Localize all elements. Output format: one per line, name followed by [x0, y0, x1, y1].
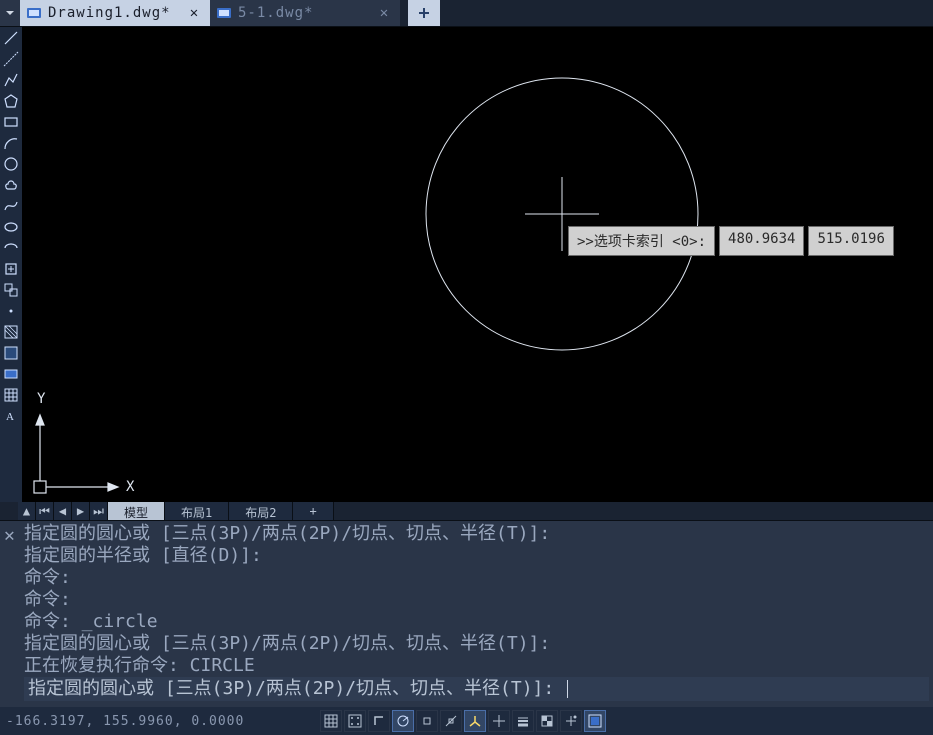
polar-tracking-toggle-icon[interactable] [392, 710, 414, 732]
layout1-tab[interactable]: 布局1 [165, 502, 229, 520]
circle-tool-icon[interactable] [2, 155, 20, 173]
dwg-file-icon [216, 5, 232, 21]
tab-dropdown-button[interactable] [0, 0, 20, 26]
object-snap-tracking-toggle-icon[interactable] [440, 710, 462, 732]
layout-first-icon[interactable]: ⏮ [36, 502, 54, 520]
tab-close-icon[interactable]: ✕ [376, 5, 392, 21]
drawing-canvas[interactable]: Y X [22, 27, 933, 502]
layout-scroll-up-icon[interactable]: ▲ [18, 502, 36, 520]
cmd-line: 指定圆的半径或 [直径(D)]: [24, 545, 929, 567]
command-line-panel: ✕ 指定圆的圆心或 [三点(3P)/两点(2P)/切点、切点、半径(T)]: 指… [0, 520, 933, 707]
layout-last-icon[interactable]: ⏭ [90, 502, 108, 520]
dynamic-input-x[interactable]: 480.9634 [719, 226, 804, 256]
model-tab[interactable]: 模型 [108, 502, 165, 520]
region-tool-icon[interactable] [2, 365, 20, 383]
layout2-tab[interactable]: 布局2 [229, 502, 293, 520]
status-toggles [320, 710, 606, 732]
polyline-tool-icon[interactable] [2, 71, 20, 89]
transparency-toggle-icon[interactable] [536, 710, 558, 732]
file-tab-bar: Drawing1.dwg* ✕ 5-1.dwg* ✕ [0, 0, 933, 27]
revision-cloud-tool-icon[interactable] [2, 176, 20, 194]
make-block-tool-icon[interactable] [2, 281, 20, 299]
cmd-line: 正在恢复执行命令: CIRCLE [24, 655, 929, 677]
dynamic-input-tooltip: >>选项卡索引 <0>: 480.9634 515.0196 [568, 226, 894, 256]
construction-line-tool-icon[interactable] [2, 50, 20, 68]
status-bar: -166.3197, 155.9960, 0.0000 [0, 707, 933, 735]
snap-mode-toggle-icon[interactable] [344, 710, 366, 732]
layout-tab-bar: ▲ ⏮ ◀ ▶ ⏭ 模型 布局1 布局2 + [18, 502, 334, 520]
dynamic-input-toggle-icon[interactable] [488, 710, 510, 732]
ucs-y-label: Y [37, 391, 46, 407]
cmd-line: 命令: [24, 589, 929, 611]
ucs-x-label: X [126, 479, 135, 495]
text-tool-icon[interactable]: A [2, 407, 20, 425]
dynamic-input-y[interactable]: 515.0196 [808, 226, 893, 256]
command-history-lines: 指定圆的圆心或 [三点(3P)/两点(2P)/切点、切点、半径(T)]: 指定圆… [24, 523, 929, 701]
point-tool-icon[interactable] [2, 302, 20, 320]
rectangle-tool-icon[interactable] [2, 113, 20, 131]
hatch-tool-icon[interactable] [2, 323, 20, 341]
arc-tool-icon[interactable] [2, 134, 20, 152]
dynamic-input-prompt[interactable]: >>选项卡索引 <0>: [568, 226, 715, 256]
drawing-svg: Y X [22, 27, 933, 502]
model-space-toggle-icon[interactable] [584, 710, 606, 732]
file-tab-inactive-label: 5-1.dwg* [238, 5, 370, 21]
lineweight-toggle-icon[interactable] [512, 710, 534, 732]
dynamic-ucs-toggle-icon[interactable] [464, 710, 486, 732]
tab-close-icon[interactable]: ✕ [186, 5, 202, 21]
ellipse-arc-tool-icon[interactable] [2, 239, 20, 257]
cmd-line: 指定圆的圆心或 [三点(3P)/两点(2P)/切点、切点、半径(T)]: [24, 633, 929, 655]
cmd-line: 指定圆的圆心或 [三点(3P)/两点(2P)/切点、切点、半径(T)]: [24, 523, 929, 545]
grid-display-toggle-icon[interactable] [320, 710, 342, 732]
table-tool-icon[interactable] [2, 386, 20, 404]
spline-tool-icon[interactable] [2, 197, 20, 215]
object-snap-toggle-icon[interactable] [416, 710, 438, 732]
file-tab-active[interactable]: Drawing1.dwg* ✕ [20, 0, 210, 26]
gradient-tool-icon[interactable] [2, 344, 20, 362]
draw-toolbar: A [0, 27, 22, 502]
ellipse-tool-icon[interactable] [2, 218, 20, 236]
command-input[interactable]: 指定圆的圆心或 [三点(3P)/两点(2P)/切点、切点、半径(T)]: [24, 677, 929, 701]
polygon-tool-icon[interactable] [2, 92, 20, 110]
svg-text:A: A [6, 411, 14, 423]
dwg-file-icon [26, 5, 42, 21]
add-layout-tab[interactable]: + [293, 502, 333, 520]
file-tab-inactive[interactable]: 5-1.dwg* ✕ [210, 0, 400, 26]
command-panel-close-icon[interactable]: ✕ [4, 525, 20, 541]
insert-block-tool-icon[interactable] [2, 260, 20, 278]
ortho-mode-toggle-icon[interactable] [368, 710, 390, 732]
file-tab-active-label: Drawing1.dwg* [48, 5, 180, 21]
cmd-line: 命令: [24, 567, 929, 589]
add-tab-button[interactable] [408, 0, 440, 26]
layout-next-icon[interactable]: ▶ [72, 502, 90, 520]
cmd-line: 命令: _circle [24, 611, 929, 633]
layout-prev-icon[interactable]: ◀ [54, 502, 72, 520]
selection-cycling-toggle-icon[interactable] [560, 710, 582, 732]
cursor-coordinates: -166.3197, 155.9960, 0.0000 [6, 714, 306, 729]
line-tool-icon[interactable] [2, 29, 20, 47]
